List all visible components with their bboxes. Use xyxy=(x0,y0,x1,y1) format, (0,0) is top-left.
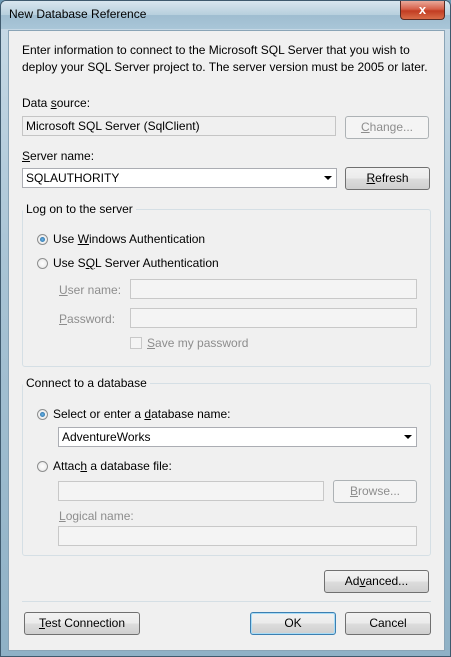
connect-db-group-title: Connect to a database xyxy=(23,376,150,390)
sql-auth-radio[interactable] xyxy=(37,258,48,269)
dialog-body: Enter information to connect to the Micr… xyxy=(8,30,445,651)
password-input xyxy=(130,308,417,328)
database-name-combo[interactable]: AdventureWorks xyxy=(58,427,417,447)
data-source-field: Microsoft SQL Server (SqlClient) xyxy=(22,116,336,136)
logon-group-title: Log on to the server xyxy=(23,202,136,216)
dialog-window: New Database Reference x Enter informati… xyxy=(0,0,451,657)
logical-name-input xyxy=(58,526,417,546)
ok-button[interactable]: OK xyxy=(250,612,336,635)
cancel-button[interactable]: Cancel xyxy=(345,612,431,635)
refresh-button[interactable]: Refresh xyxy=(345,167,430,190)
password-label: Password: xyxy=(59,312,116,326)
change-button: Change... xyxy=(345,116,429,139)
server-name-label: Server name: xyxy=(22,149,95,163)
close-icon: x xyxy=(418,2,427,17)
browse-button: Browse... xyxy=(333,480,417,503)
dropdown-arrow-icon[interactable] xyxy=(324,176,332,180)
advanced-button[interactable]: Advanced... xyxy=(324,570,429,593)
data-source-label: Data source: xyxy=(22,96,91,110)
close-button[interactable]: x xyxy=(400,1,445,20)
select-db-label[interactable]: Select or enter a database name: xyxy=(53,407,230,421)
select-db-radio[interactable] xyxy=(37,409,48,420)
window-title: New Database Reference xyxy=(9,7,147,21)
user-name-input xyxy=(130,279,417,299)
windows-auth-label[interactable]: Use Windows Authentication xyxy=(53,232,205,246)
intro-line-1: Enter information to connect to the Micr… xyxy=(22,43,410,57)
attach-file-radio[interactable] xyxy=(37,461,48,472)
separator xyxy=(22,601,431,602)
database-file-input xyxy=(58,481,324,501)
dropdown-arrow-icon[interactable] xyxy=(404,435,412,439)
server-name-value: SQLAUTHORITY xyxy=(26,171,120,185)
save-password-checkbox xyxy=(130,337,142,349)
windows-auth-radio[interactable] xyxy=(37,234,48,245)
sql-auth-label[interactable]: Use SQL Server Authentication xyxy=(53,256,219,270)
intro-line-2: deploy your SQL Server project to. The s… xyxy=(22,60,428,74)
user-name-label: User name: xyxy=(59,283,122,297)
server-name-combo[interactable]: SQLAUTHORITY xyxy=(22,168,337,188)
logical-name-label: Logical name: xyxy=(59,509,134,523)
test-connection-button[interactable]: Test Connection xyxy=(24,612,140,635)
attach-file-label[interactable]: Attach a database file: xyxy=(53,459,172,473)
database-name-value: AdventureWorks xyxy=(62,430,151,444)
save-password-label: Save my password xyxy=(147,336,249,350)
title-bar[interactable]: New Database Reference x xyxy=(1,1,450,29)
